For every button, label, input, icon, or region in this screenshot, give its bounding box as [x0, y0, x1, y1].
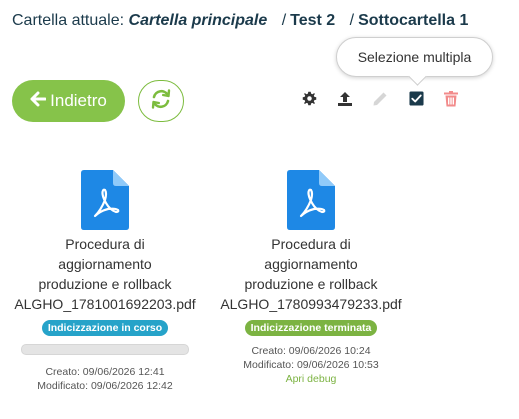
tooltip-text: Selezione multipla — [357, 49, 472, 65]
refresh-button[interactable] — [138, 80, 184, 122]
modified-date: Modificato: 09/06/2026 10:53 — [243, 359, 379, 371]
created-date: Creato: 09/06/2026 12:41 — [45, 366, 165, 378]
breadcrumb-separator: / — [349, 12, 355, 29]
back-button[interactable]: Indietro — [12, 80, 125, 122]
multi-select-button[interactable] — [408, 91, 424, 111]
pdf-file-icon — [211, 170, 411, 230]
pencil-icon — [372, 91, 388, 112]
settings-button[interactable] — [301, 91, 317, 111]
pdf-file-icon — [5, 170, 205, 230]
upload-button[interactable] — [337, 91, 353, 112]
breadcrumb-prefix: Cartella attuale: — [12, 12, 125, 29]
trash-icon — [444, 90, 458, 112]
back-button-label: Indietro — [50, 91, 107, 110]
file-dates: Creato: 09/06/2026 12:41 Modificato: 09/… — [5, 365, 205, 393]
breadcrumb: Cartella attuale: Cartella principale / T… — [12, 12, 468, 30]
file-card[interactable]: Procedura di aggiornamento produzione e … — [211, 170, 411, 386]
open-debug-link[interactable]: Apri debug — [211, 372, 411, 386]
upload-icon — [337, 91, 353, 112]
status-badge: Indicizzazione in corso — [41, 320, 169, 336]
file-name: Procedura di aggiornamento produzione e … — [14, 236, 196, 312]
gear-icon — [302, 91, 317, 111]
indexing-progress-bar — [21, 344, 189, 355]
breadcrumb-item-sottocartella-1[interactable]: Sottocartella 1 — [358, 12, 468, 29]
created-date: Creato: 09/06/2026 10:24 — [251, 345, 371, 357]
edit-button[interactable] — [372, 91, 388, 112]
breadcrumb-separator: / — [281, 12, 287, 29]
breadcrumb-item-test-2[interactable]: Test 2 — [290, 12, 335, 29]
modified-date: Modificato: 09/06/2026 12:42 — [37, 380, 173, 392]
file-dates: Creato: 09/06/2026 10:24 Modificato: 09/… — [211, 344, 411, 386]
file-card[interactable]: Procedura di aggiornamento produzione e … — [5, 170, 205, 393]
breadcrumb-current-folder[interactable]: Cartella principale — [129, 12, 268, 29]
file-name: Procedura di aggiornamento produzione e … — [220, 236, 402, 312]
status-badge: Indicizzazione terminata — [244, 320, 378, 336]
multi-select-tooltip: Selezione multipla — [336, 37, 493, 77]
arrow-left-icon — [30, 91, 47, 112]
checkbox-checked-icon — [408, 91, 424, 111]
refresh-icon — [150, 88, 172, 115]
delete-button[interactable] — [443, 90, 459, 112]
